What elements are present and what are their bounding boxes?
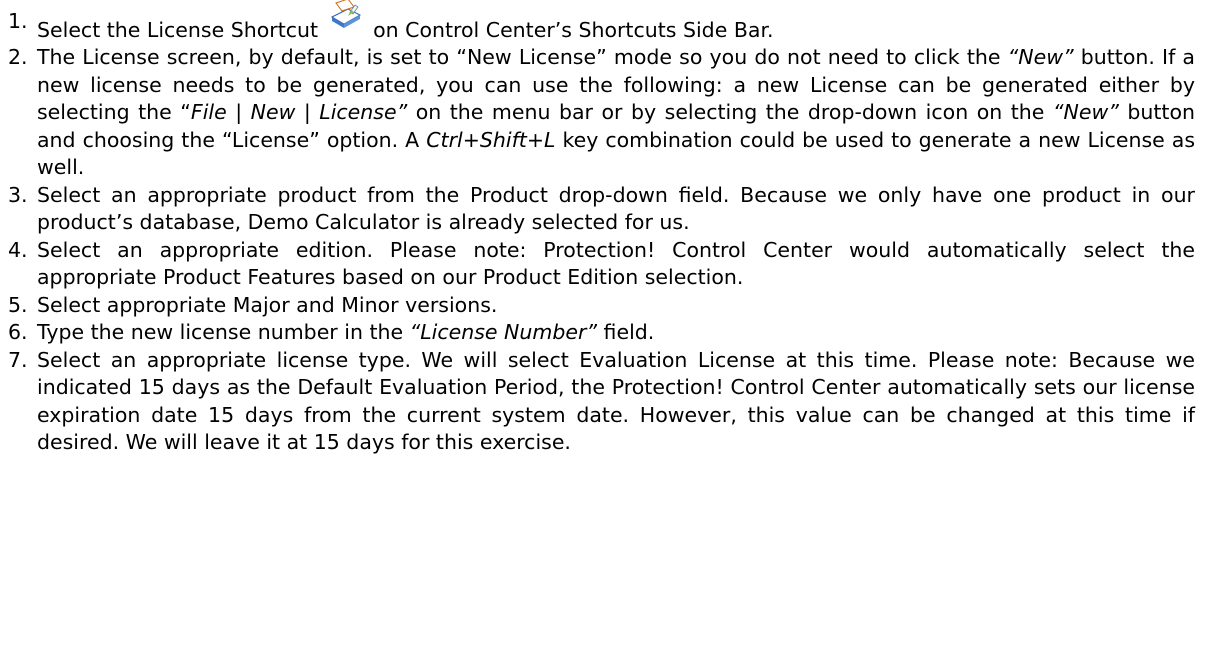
step-number: 4. bbox=[8, 237, 28, 262]
list-item: 1. Select the License Shortcut on Control… bbox=[0, 0, 1225, 44]
step-text: Select an appropriate license type. We w… bbox=[37, 348, 1195, 455]
text-segment: Select an appropriate license type. We w… bbox=[37, 347, 1195, 455]
text-segment: Select appropriate Major and Minor versi… bbox=[37, 292, 498, 317]
list-item: 6. Type the new license number in the “Li… bbox=[0, 319, 1225, 347]
italic-text: Ctrl+Shift+L bbox=[426, 127, 556, 152]
document-page: 1. Select the License Shortcut on Control… bbox=[0, 0, 1225, 667]
text-segment: on the menu bar or by selecting the drop… bbox=[407, 100, 1053, 124]
text-segment: field. bbox=[597, 320, 655, 344]
step-number: 1. bbox=[8, 9, 28, 33]
instruction-steps: 1. Select the License Shortcut on Control… bbox=[0, 0, 1225, 457]
step-text: Select appropriate Major and Minor versi… bbox=[37, 293, 497, 317]
list-item: 5. Select appropriate Major and Minor ver… bbox=[0, 292, 1225, 320]
step-text: Type the new license number in the “Lice… bbox=[37, 320, 654, 344]
step-number: 6. bbox=[8, 320, 28, 344]
italic-text: File | New | License” bbox=[190, 100, 408, 124]
text-segment: Type the new license number in the bbox=[37, 320, 410, 344]
italic-text: “New” bbox=[1007, 45, 1074, 69]
list-item: 3. Select an appropriate product from the… bbox=[0, 182, 1225, 237]
text-segment: on Control Center’s Shortcuts Side Bar. bbox=[366, 18, 774, 42]
step-number: 2. bbox=[8, 45, 28, 69]
step-text: The License screen, by default, is set t… bbox=[37, 45, 1195, 179]
step-number: 5. bbox=[8, 292, 28, 317]
text-segment: Select an appropriate product from the P… bbox=[37, 182, 1195, 235]
list-item: 2. The License screen, by default, is set… bbox=[0, 44, 1225, 182]
step-text: Select an appropriate edition. Please no… bbox=[37, 238, 1195, 290]
step-number: 3. bbox=[8, 182, 28, 207]
list-item: 7. Select an appropriate license type. We… bbox=[0, 347, 1225, 457]
list-item: 4. Select an appropriate edition. Please … bbox=[0, 237, 1225, 292]
license-shortcut-icon bbox=[328, 0, 364, 31]
step-number: 7. bbox=[8, 347, 28, 372]
step-text: Select the License Shortcut on Control C… bbox=[37, 0, 774, 42]
text-segment: The License screen, by default, is set t… bbox=[37, 45, 1008, 69]
italic-text: “New” bbox=[1052, 100, 1119, 124]
text-segment: Select the License Shortcut bbox=[37, 18, 325, 42]
italic-text: “License Number” bbox=[409, 320, 598, 344]
text-segment: Select an appropriate edition. Please no… bbox=[37, 237, 1195, 290]
step-text: Select an appropriate product from the P… bbox=[37, 183, 1195, 235]
